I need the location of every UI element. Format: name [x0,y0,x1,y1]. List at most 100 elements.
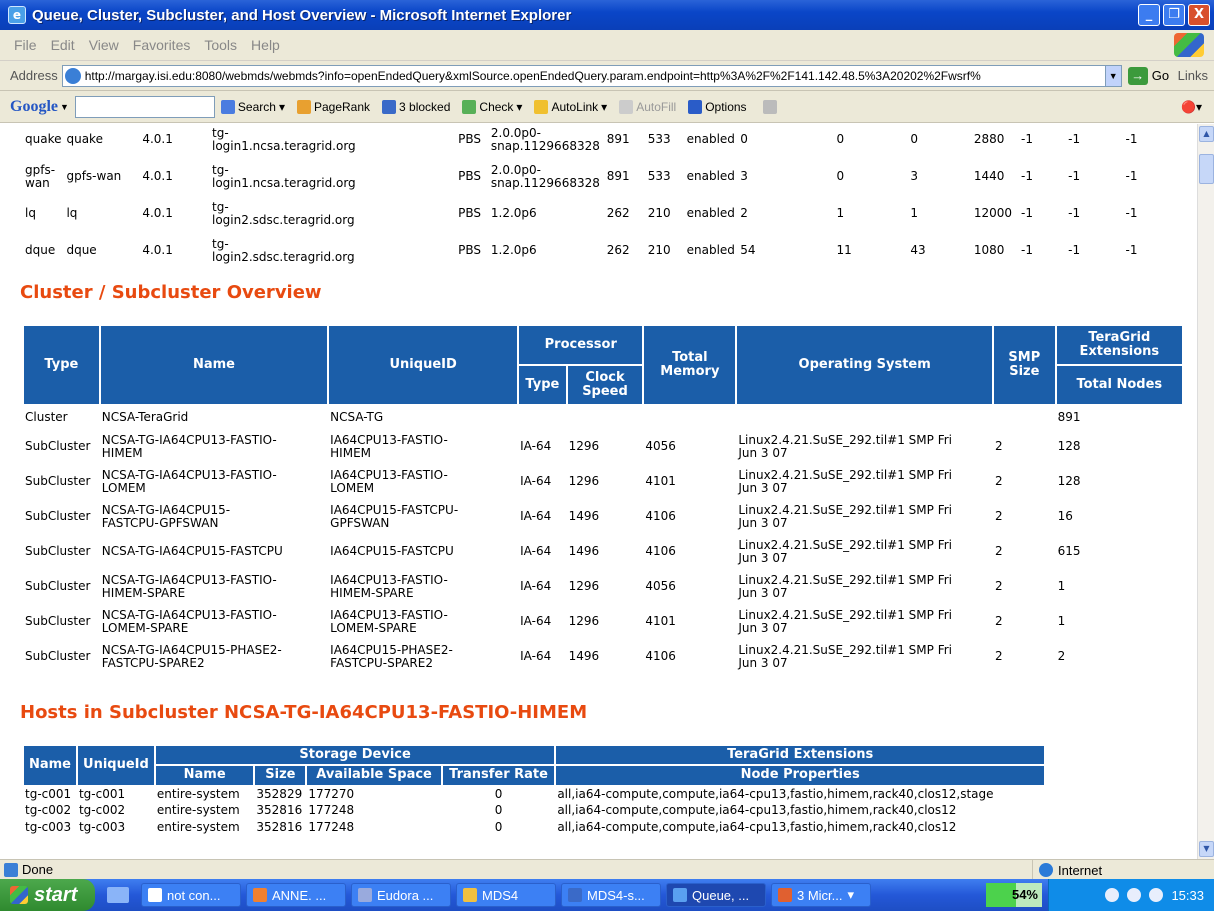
col-type: Type [24,326,99,404]
check-label: Check [479,99,514,114]
task-queue[interactable]: Queue, ... [666,883,766,907]
queue-cell: 12000 [973,206,1013,221]
host-cell: 0 [494,819,503,834]
address-label: Address [10,68,58,83]
system-tray: 15:33 [1048,879,1214,911]
host-cell: 177248 [308,819,355,834]
task-eudora[interactable]: Eudora ... [351,883,451,907]
google-search-button[interactable]: Search ▾ [220,99,285,114]
queue-cell: PBS [458,132,481,147]
options-label: Options [705,99,747,114]
queue-cell: 0 [836,169,845,184]
spell-check-button[interactable]: Check ▾ [462,99,522,114]
window-icon [148,888,162,902]
task-3-microsoft[interactable]: 3 Micr... ▾ [771,883,871,907]
cluster-cell: 4106 [645,649,676,664]
queue-cell: PBS [458,169,481,184]
menu-tools[interactable]: Tools [204,37,237,53]
google-menu-chevron-icon[interactable]: ▼ [60,102,69,112]
cluster-cell: NCSA-TG [330,409,384,424]
col-total-memory: Total Memory [644,326,736,404]
popup-blocker-button[interactable]: 3 blocked [382,99,451,114]
vertical-scrollbar[interactable]: ▲ ▼ [1197,124,1214,859]
address-input[interactable]: http://margay.isi.edu:8080/webmds/webmds… [61,64,1122,87]
go-button[interactable]: → Go [1127,66,1169,85]
cluster-cell: 4056 [645,579,676,594]
clock: 15:33 [1171,887,1204,903]
pagerank-indicator[interactable]: PageRank [296,99,370,114]
cluster-cell: 4101 [645,614,676,629]
options-button[interactable]: Options [688,99,747,114]
scroll-up-button[interactable]: ▲ [1199,126,1214,142]
menu-help[interactable]: Help [251,37,280,53]
queue-cell: 0 [910,132,918,147]
task-anne[interactable]: ANNE. ... [246,883,346,907]
cluster-row: Cluster NCSA-TeraGrid NCSA-TG 891 [24,406,1182,428]
cluster-cell: NCSA-TG-IA64CPU15-PHASE2- FASTCPU-SPARE2 [101,642,282,670]
cluster-cell: 4101 [645,474,676,489]
col-processor: Processor [519,326,643,364]
go-arrow-icon: → [1127,66,1148,85]
hosts-col-storage-name: Name [155,766,254,785]
cluster-cell: IA64CPU15-PHASE2- FASTCPU-SPARE2 [330,642,453,670]
host-row: tg-c001 tg-c001 entire-system 352829 177270 0… [24,787,1044,802]
queue-cell: 11 [836,243,852,258]
google-logo[interactable]: Google [10,98,58,116]
menu-favorites[interactable]: Favorites [133,37,191,53]
research-icon[interactable]: 🔴▾ [1181,100,1202,114]
task-label: Eudora ... [377,887,434,903]
network-icon[interactable] [1149,888,1164,902]
power-icon[interactable] [1105,888,1120,902]
task-mds4[interactable]: MDS4 [456,883,556,907]
queue-cell: lq [25,206,36,221]
autolink-button[interactable]: AutoLink ▾ [534,99,607,114]
cluster-cell [994,406,1055,428]
menu-view[interactable]: View [89,37,119,53]
cluster-cell: 1296 [568,439,600,454]
address-dropdown-icon[interactable]: ▼ [1104,65,1121,86]
host-row: tg-c002 tg-c002 entire-system 352816 177248 0… [24,803,1044,818]
quick-launch-icon[interactable] [107,887,129,903]
cluster-cell: Linux2.4.21.SuSE_292.til#1 SMP Fri Jun 3 … [738,642,952,670]
hosts-col-size: Size [255,766,306,785]
queue-cell: gpfs-wan [66,169,122,184]
cluster-cell: 4106 [645,544,676,559]
queue-cell: tg-login1.ncsa.teragrid.org [212,125,356,153]
cluster-cell: 2 [995,649,1003,664]
ie-logo-icon: e [8,6,26,24]
address-url[interactable]: http://margay.isi.edu:8080/webmds/webmds… [85,69,1105,83]
cluster-cell: 1496 [568,509,600,524]
cluster-cell: 16 [1057,509,1073,524]
queue-cell: 533 [647,169,671,184]
cluster-cell: IA64CPU13-FASTIO- LOMEM-SPARE [330,607,448,635]
cluster-cell: Linux2.4.21.SuSE_292.til#1 SMP Fri Jun 3 … [738,432,952,460]
host-cell: tg-c001 [78,786,126,801]
queue-cell: 2.0.0p0- snap.1129668328 [490,125,600,153]
menu-file[interactable]: File [14,37,37,53]
queue-cell: 43 [910,243,926,258]
menu-edit[interactable]: Edit [51,37,75,53]
maximize-button[interactable]: ❐ [1163,4,1185,26]
windows-flag-icon [10,886,28,904]
blocked-label: 3 blocked [399,99,451,114]
minimize-button[interactable]: _ [1138,4,1160,26]
google-search-input[interactable] [74,95,215,118]
queue-cell: -1 [1125,169,1138,184]
queue-cell: 4.0.1 [142,243,173,258]
scroll-thumb[interactable] [1199,154,1214,184]
autofill-button[interactable]: AutoFill [619,99,676,114]
google-search-label: Search [237,99,276,114]
pencil-icon[interactable] [762,99,777,114]
queue-cell: -1 [1021,132,1033,147]
host-cell: 0 [494,803,503,818]
back-icon[interactable] [1127,888,1142,902]
queue-cell: 210 [647,243,671,258]
scroll-down-button[interactable]: ▼ [1199,841,1214,857]
cluster-cell: 2 [995,509,1003,524]
links-button[interactable]: Links [1178,68,1208,83]
task-not-connected[interactable]: not con... [141,883,241,907]
cluster-row: SubCluster NCSA-TG-IA64CPU13-FASTIO- LOMEM… [24,465,1182,498]
task-mds4-s[interactable]: MDS4-s... [561,883,661,907]
start-button[interactable]: start [0,879,95,911]
close-button[interactable]: X [1188,4,1210,26]
